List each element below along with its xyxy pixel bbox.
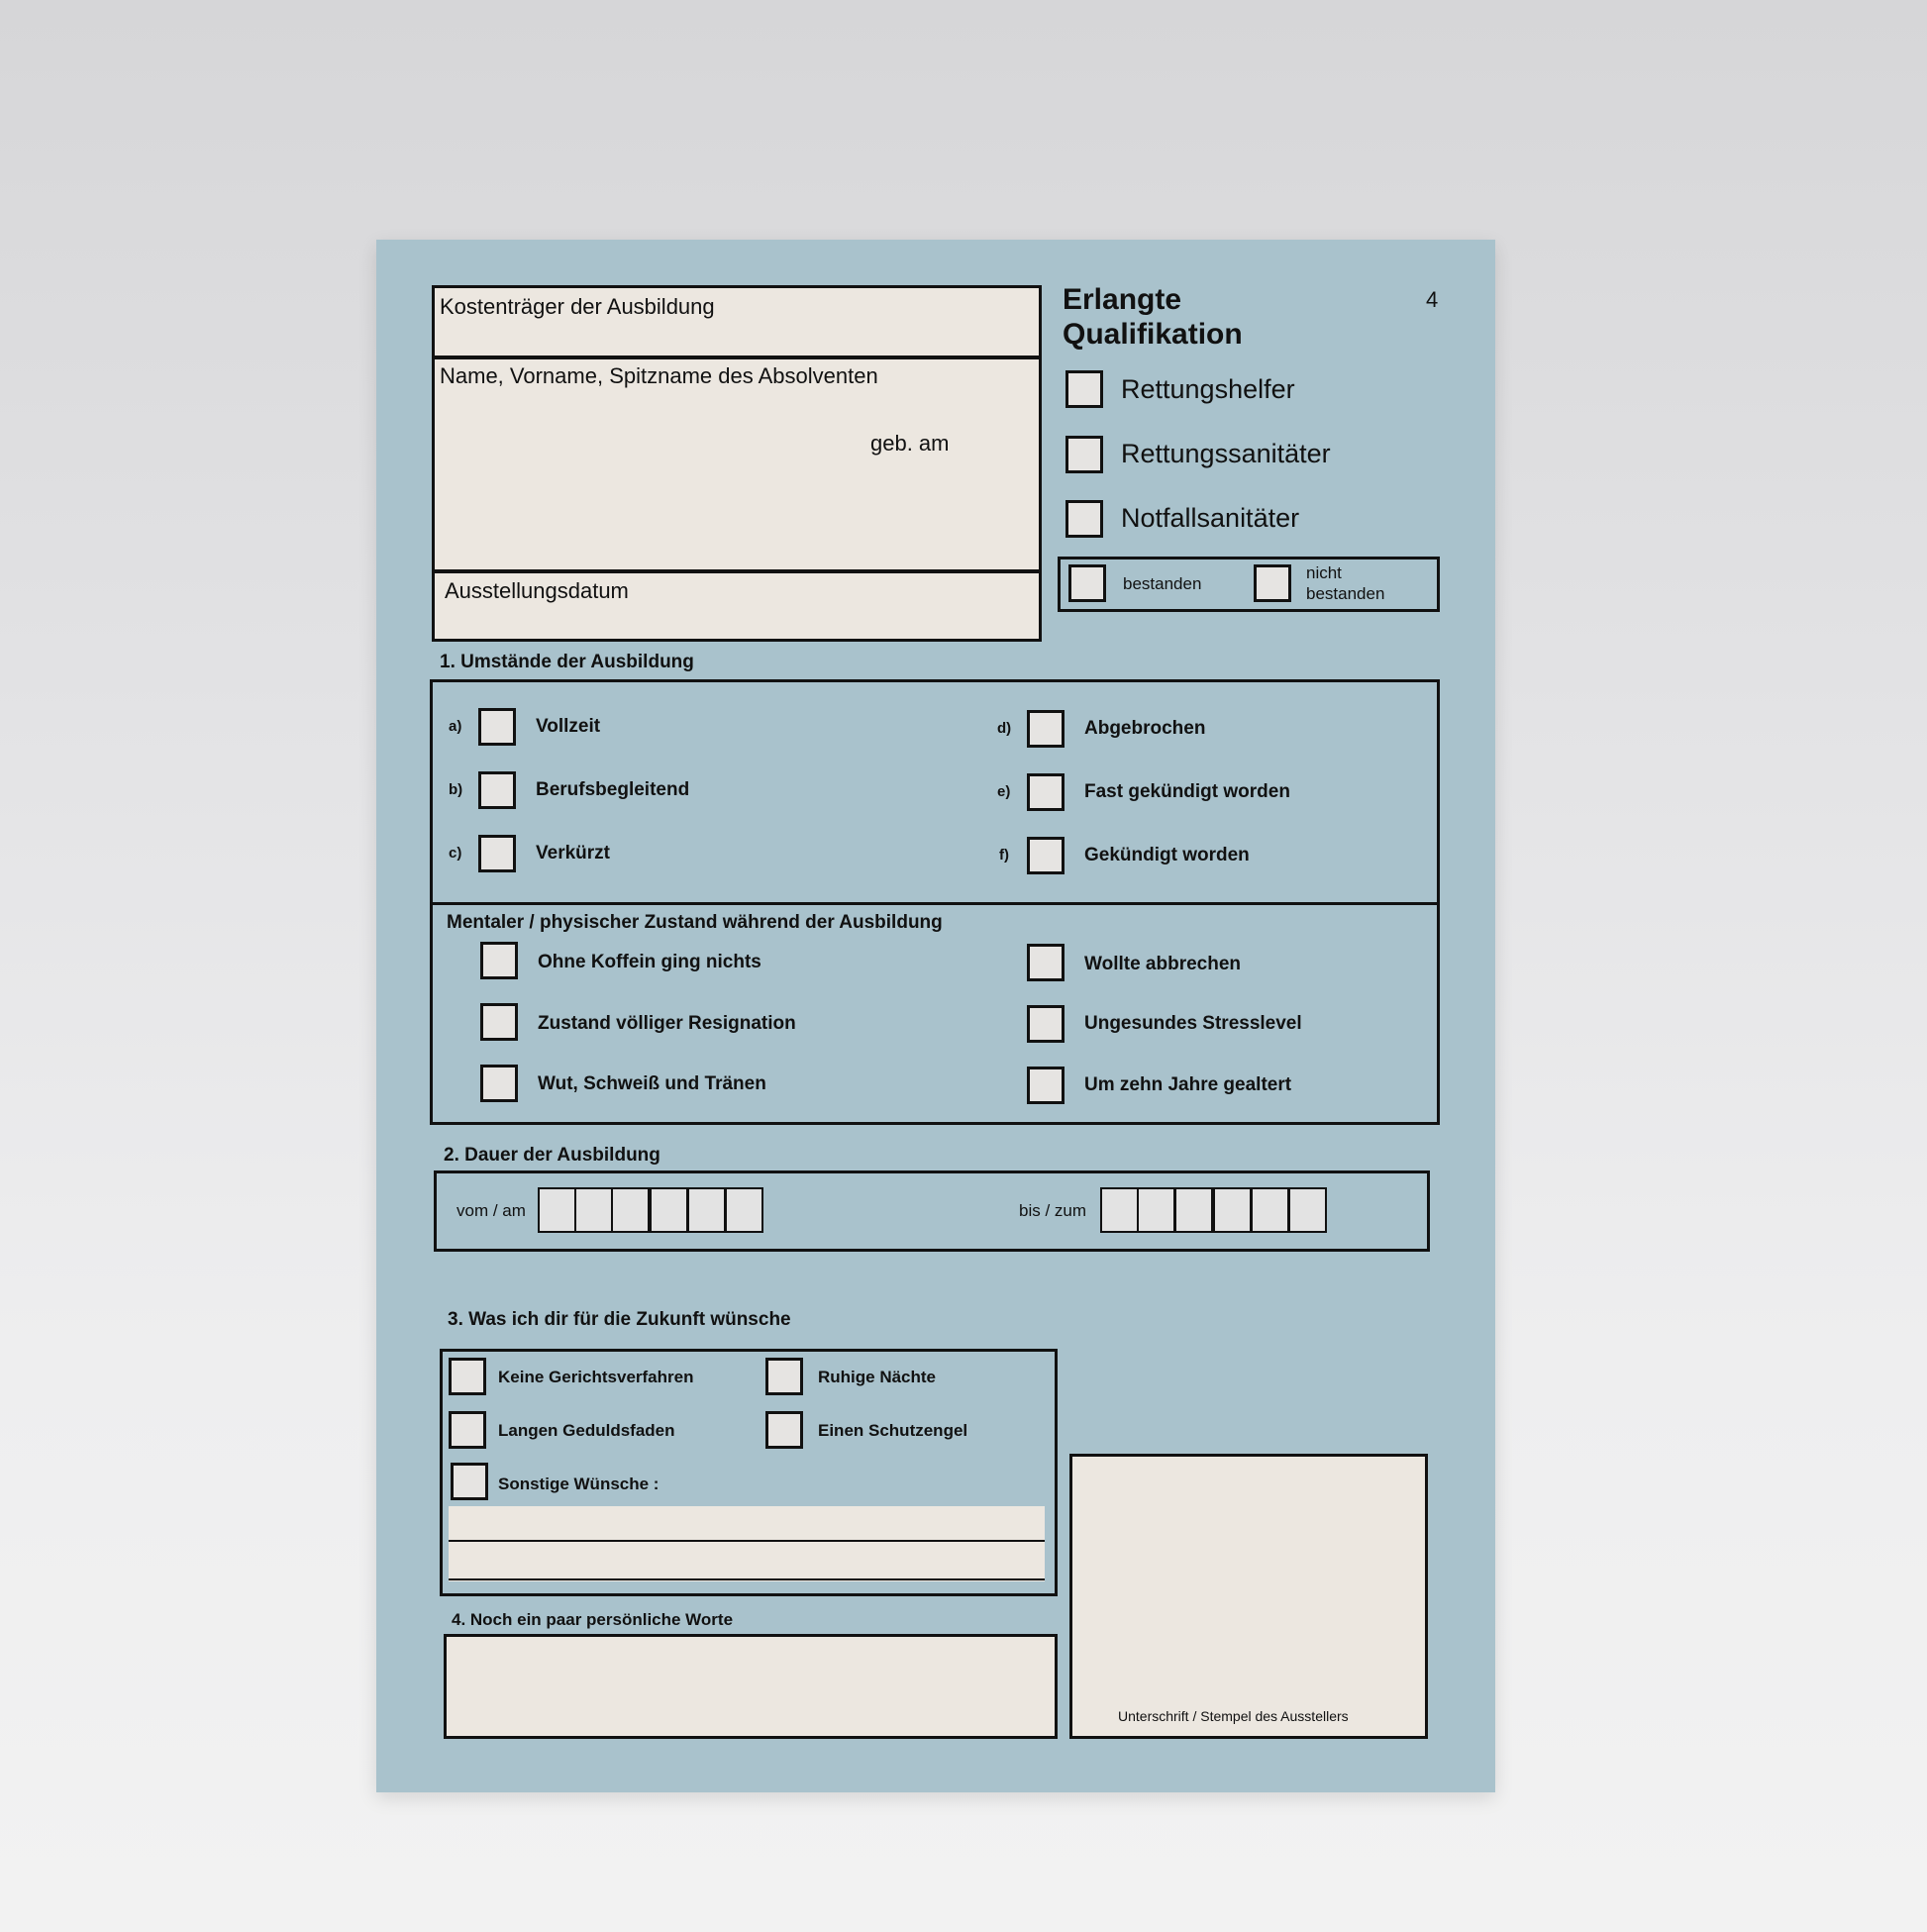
checkbox-other-wishes[interactable] <box>451 1463 488 1500</box>
failed-label-line1: nicht <box>1306 563 1342 582</box>
mental-item-label: Ohne Koffein ging nichts <box>538 952 761 972</box>
checkbox-mental-item[interactable] <box>480 1065 518 1102</box>
to-date-digit[interactable] <box>1288 1187 1327 1233</box>
checkbox-wish[interactable] <box>765 1411 803 1449</box>
failed-label-line2: bestanden <box>1306 584 1385 603</box>
checkbox-berufsbegleitend[interactable] <box>478 771 516 809</box>
checkbox-rettungssanitaeter[interactable] <box>1065 436 1103 473</box>
issue-date-field[interactable]: Ausstellungsdatum <box>435 573 1039 639</box>
section1-title: 1. Umstände der Ausbildung <box>440 652 694 672</box>
checkbox-rettungshelfer[interactable] <box>1065 370 1103 408</box>
form-card: Kostenträger der Ausbildung Name, Vornam… <box>376 240 1495 1792</box>
from-label: vom / am <box>456 1201 526 1220</box>
qualification-option-label: Rettungshelfer <box>1121 374 1295 404</box>
item-letter: b) <box>449 781 463 798</box>
signature-label: Unterschrift / Stempel des Ausstellers <box>1118 1708 1349 1724</box>
name-field[interactable]: Name, Vorname, Spitzname des Absolventen… <box>435 359 1039 569</box>
checkbox-vollzeit[interactable] <box>478 708 516 746</box>
wish-label: Keine Gerichtsverfahren <box>498 1368 694 1386</box>
from-date-digit[interactable] <box>725 1187 763 1233</box>
item-label: Vollzeit <box>536 716 601 737</box>
item-label: Abgebrochen <box>1084 718 1206 739</box>
wish-label: Einen Schutzengel <box>818 1421 968 1440</box>
passed-label: bestanden <box>1123 574 1202 593</box>
writing-line <box>449 1578 1045 1580</box>
from-date-digit[interactable] <box>650 1187 688 1233</box>
checkbox-abgebrochen[interactable] <box>1027 710 1065 748</box>
section3-box: Keine Gerichtsverfahren Langen Geduldsfa… <box>440 1349 1058 1596</box>
qualification-option-label: Rettungssanitäter <box>1121 439 1331 468</box>
payer-label: Kostenträger der Ausbildung <box>440 294 715 319</box>
item-letter: c) <box>449 845 462 862</box>
other-wishes-label: Sonstige Wünsche : <box>498 1474 659 1493</box>
signature-stamp-field[interactable]: Unterschrift / Stempel des Ausstellers <box>1069 1454 1428 1739</box>
checkbox-notfallsanitaeter[interactable] <box>1065 500 1103 538</box>
to-date-digit[interactable] <box>1251 1187 1289 1233</box>
checkbox-mental-item[interactable] <box>480 1003 518 1041</box>
checkbox-mental-item[interactable] <box>1027 944 1065 981</box>
from-date-digit[interactable] <box>611 1187 650 1233</box>
item-label: Berufsbegleitend <box>536 779 690 800</box>
from-date-digit[interactable] <box>574 1187 613 1233</box>
wish-label: Ruhige Nächte <box>818 1368 937 1386</box>
checkbox-fast-gekuendigt[interactable] <box>1027 773 1065 811</box>
section2-box: vom / am bis / zum <box>434 1170 1430 1252</box>
section3-title: 3. Was ich dir für die Zukunft wünsche <box>448 1309 791 1330</box>
item-label: Gekündigt worden <box>1084 845 1250 865</box>
checkbox-mental-item[interactable] <box>480 942 518 979</box>
checkbox-failed[interactable] <box>1254 564 1291 602</box>
mental-item-label: Wollte abbrechen <box>1084 954 1242 974</box>
item-letter: d) <box>997 720 1012 737</box>
personal-words-field[interactable] <box>444 1634 1058 1739</box>
other-wishes-lines[interactable] <box>449 1506 1045 1581</box>
mental-item-label: Zustand völliger Resignation <box>538 1013 796 1034</box>
to-date-digit[interactable] <box>1100 1187 1139 1233</box>
wish-label: Langen Geduldsfaden <box>498 1421 675 1440</box>
qualification-title-line1: Erlangte <box>1063 283 1182 316</box>
birth-date-label: geb. am <box>870 431 950 456</box>
section1-box: a) Vollzeit b) Berufsbegleitend c) Verkü… <box>430 679 1440 1125</box>
checkbox-wish[interactable] <box>449 1358 486 1395</box>
checkbox-wish[interactable] <box>765 1358 803 1395</box>
item-label: Fast gekündigt worden <box>1084 781 1290 802</box>
to-date-digit[interactable] <box>1174 1187 1213 1233</box>
item-label: Verkürzt <box>536 843 610 864</box>
mental-item-label: Wut, Schweiß und Tränen <box>538 1073 766 1094</box>
section4-title: 4. Noch ein paar persönliche Worte <box>452 1610 734 1629</box>
result-box: bestanden nicht bestanden <box>1058 557 1440 612</box>
qualification-option-label: Notfallsanitäter <box>1121 503 1300 533</box>
to-label: bis / zum <box>1019 1201 1087 1220</box>
checkbox-passed[interactable] <box>1068 564 1106 602</box>
header-fields-block: Kostenträger der Ausbildung Name, Vornam… <box>432 285 1042 642</box>
section2-title: 2. Dauer der Ausbildung <box>444 1145 660 1166</box>
item-letter: a) <box>449 718 462 735</box>
mental-item-label: Um zehn Jahre gealtert <box>1084 1074 1292 1095</box>
to-date-digit[interactable] <box>1213 1187 1252 1233</box>
page-number: 4 <box>1426 287 1439 312</box>
checkbox-gekuendigt[interactable] <box>1027 837 1065 874</box>
from-date-digit[interactable] <box>538 1187 576 1233</box>
item-letter: f) <box>999 847 1009 864</box>
section1-divider <box>433 902 1437 905</box>
checkbox-mental-item[interactable] <box>1027 1005 1065 1043</box>
item-letter: e) <box>997 783 1011 800</box>
to-date-digit[interactable] <box>1137 1187 1175 1233</box>
mental-item-label: Ungesundes Stresslevel <box>1084 1013 1302 1034</box>
name-label: Name, Vorname, Spitzname des Absolventen <box>440 363 878 388</box>
payer-field[interactable]: Kostenträger der Ausbildung <box>435 288 1039 356</box>
checkbox-verkuerzt[interactable] <box>478 835 516 872</box>
from-date-digit[interactable] <box>687 1187 726 1233</box>
checkbox-mental-item[interactable] <box>1027 1067 1065 1104</box>
mental-title: Mentaler / physischer Zustand während de… <box>447 912 943 933</box>
qualification-title-line2: Qualifikation <box>1063 318 1243 351</box>
issue-date-label: Ausstellungsdatum <box>445 578 629 603</box>
writing-line <box>449 1540 1045 1542</box>
checkbox-wish[interactable] <box>449 1411 486 1449</box>
